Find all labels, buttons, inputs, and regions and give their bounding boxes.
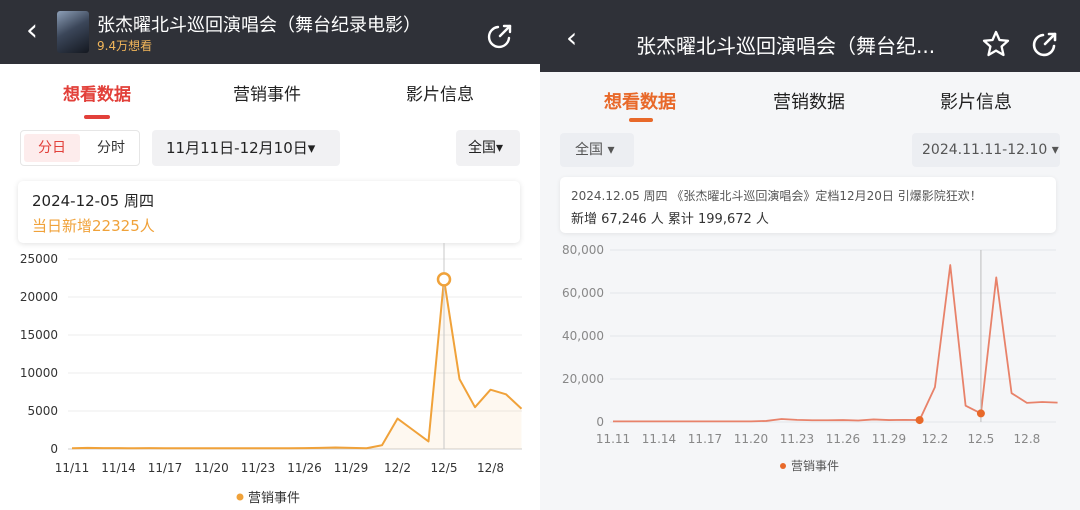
left-app-screen: ‹ 张杰曜北斗巡回演唱会（舞台纪录电影） 9.4万想看 想看数据 营销事件 影片…	[0, 0, 540, 510]
x-tick-label: 11/20	[194, 461, 229, 475]
y-tick-label: 15000	[20, 328, 58, 342]
x-tick-label: 12.8	[1014, 432, 1041, 446]
x-tick-label: 12/5	[431, 461, 458, 475]
region-dropdown[interactable]: 全国 ▾	[560, 133, 634, 167]
chart-legend: 营销事件	[780, 459, 839, 473]
tab-want-data[interactable]: 想看数据	[604, 88, 676, 114]
movie-title: 张杰曜北斗巡回演唱会（舞台纪...	[636, 34, 936, 58]
movie-poster-thumbnail[interactable]	[57, 11, 89, 53]
x-tick-label: 11.17	[688, 432, 722, 446]
daily-button[interactable]: 分日	[24, 134, 80, 162]
x-tick-label: 11.20	[734, 432, 768, 446]
y-tick-label: 20,000	[562, 372, 604, 386]
right-want-to-see-chart[interactable]: 0 20,000 40,000 60,000 80,000 11.11 11.14 11.17…	[540, 234, 1080, 510]
region-dropdown[interactable]: 全国▾	[456, 130, 520, 166]
right-tab-bar: 想看数据 营销数据 影片信息	[540, 72, 1080, 124]
tooltip-event-line: 2024.12.05 周四 《张杰曜北斗巡回演唱会》定档12月20日 引爆影院狂…	[571, 189, 982, 203]
event-point	[915, 416, 924, 425]
date-range-dropdown[interactable]: 2024.11.11-12.10 ▾	[912, 133, 1060, 167]
movie-title: 张杰曜北斗巡回演唱会（舞台纪录电影）	[97, 15, 421, 36]
share-icon[interactable]	[1031, 30, 1059, 58]
series-area	[72, 279, 522, 449]
star-icon[interactable]	[981, 29, 1011, 59]
x-tick-label: 11/11	[55, 461, 90, 475]
x-tick-label: 11.29	[872, 432, 906, 446]
x-tick-label: 11/14	[101, 461, 136, 475]
x-tick-label: 12/8	[477, 461, 504, 475]
highlight-point	[436, 272, 452, 287]
hourly-button[interactable]: 分时	[83, 134, 139, 162]
left-tab-bar: 想看数据 营销事件 影片信息	[0, 64, 540, 124]
new-value: 22325	[92, 217, 140, 235]
x-tick-label: 11/26	[287, 461, 322, 475]
y-tick-label: 25000	[20, 252, 58, 266]
tooltip-new-count: 当日新增22325人	[32, 215, 155, 236]
chart-legend: 营销事件	[236, 491, 300, 506]
y-tick-label: 60,000	[562, 286, 604, 300]
x-tick-label: 12.2	[922, 432, 949, 446]
x-tick-label: 11/23	[241, 461, 276, 475]
share-icon[interactable]	[486, 22, 514, 50]
left-want-to-see-chart[interactable]: 0 5000 10000 15000 20000 25000 11/11 11/14 11/17…	[0, 240, 540, 510]
new-label: 当日新增	[32, 217, 93, 235]
x-tick-label: 12/2	[384, 461, 411, 475]
legend-marker	[780, 463, 786, 469]
granularity-toggle: 分日 分时	[20, 130, 140, 166]
active-tab-indicator	[84, 115, 110, 119]
y-tick-label: 0	[596, 415, 604, 429]
legend-label: 营销事件	[248, 491, 300, 506]
right-app-screen: ‹ 张杰曜北斗巡回演唱会（舞台纪... 想看数据 营销数据 影片信息 全国 ▾ …	[540, 0, 1080, 510]
x-tick-label: 11.23	[780, 432, 814, 446]
tooltip-date: 2024-12-05 周四	[32, 192, 154, 210]
left-header: ‹ 张杰曜北斗巡回演唱会（舞台纪录电影） 9.4万想看	[0, 0, 540, 64]
x-tick-label: 11.14	[642, 432, 676, 446]
legend-marker	[236, 493, 244, 501]
y-tick-label: 40,000	[562, 329, 604, 343]
y-tick-label: 0	[50, 442, 58, 456]
want-to-see-count: 9.4万想看	[97, 39, 153, 53]
x-tick-label: 11.26	[826, 432, 860, 446]
x-tick-label: 11/29	[334, 461, 369, 475]
x-tick-label: 11.11	[596, 432, 630, 446]
date-range-dropdown[interactable]: 11月11日-12月10日▾	[152, 130, 340, 166]
tab-movie-info[interactable]: 影片信息	[406, 80, 474, 105]
back-icon[interactable]: ‹	[26, 16, 50, 46]
y-tick-label: 80,000	[562, 243, 604, 257]
tab-movie-info[interactable]: 影片信息	[940, 88, 1012, 114]
new-unit: 人	[139, 217, 155, 235]
y-tick-label: 20000	[20, 290, 58, 304]
data-tooltip-card: 2024.12.05 周四 《张杰曜北斗巡回演唱会》定档12月20日 引爆影院狂…	[560, 177, 1056, 233]
x-tick-label: 11/17	[148, 461, 183, 475]
active-tab-indicator	[629, 118, 653, 122]
x-tick-label: 12.5	[968, 432, 995, 446]
right-header: ‹ 张杰曜北斗巡回演唱会（舞台纪...	[540, 0, 1080, 72]
series-line	[613, 264, 1058, 423]
tooltip-count-line: 新增 67,246 人 累计 199,672 人	[571, 212, 769, 227]
tab-marketing-events[interactable]: 营销事件	[233, 80, 301, 105]
data-tooltip-card: 2024-12-05 周四 当日新增22325人	[18, 181, 520, 243]
y-tick-label: 10000	[20, 366, 58, 380]
legend-label: 营销事件	[791, 459, 839, 473]
y-tick-label: 5000	[27, 404, 58, 418]
event-point	[976, 409, 985, 418]
back-icon[interactable]: ‹	[566, 24, 577, 52]
tab-marketing-data[interactable]: 营销数据	[773, 88, 845, 114]
tab-want-data[interactable]: 想看数据	[63, 80, 131, 105]
